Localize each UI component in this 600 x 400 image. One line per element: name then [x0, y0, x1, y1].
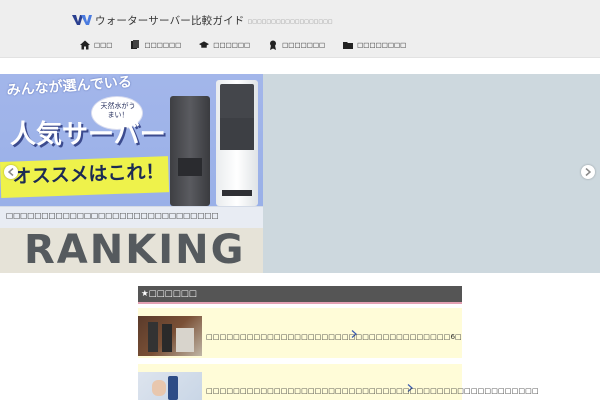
nav-label: □□□	[94, 41, 113, 49]
slider-next-button[interactable]	[581, 165, 595, 179]
nav-label: □□□□□□	[213, 41, 251, 49]
chevron-left-icon	[8, 168, 14, 176]
ranking-card-title[interactable]: □□□□□□□□□□□□□□□□□□□□□□□□□□□□□□□□□□□□6□	[206, 332, 462, 341]
slide-banner-popular-servers[interactable]: みんなが選んでいる 天然水がうまい！ 人気サーバー オススメはこれ！	[0, 74, 263, 206]
folder-icon	[343, 40, 354, 50]
nav-item-book[interactable]: □□□□□□	[130, 40, 181, 50]
ranking-card[interactable]: □□□□□□□□□□□□□□□□□□□□□□□□□□□□□□□□□□□□6□	[138, 308, 462, 358]
site-title: ウォーターサーバー比較ガイド	[95, 14, 245, 27]
award-icon	[268, 40, 278, 50]
nav-item-graduation[interactable]: □□□□□□	[199, 40, 250, 50]
featured-slider[interactable]: みんなが選んでいる 天然水がうまい！ 人気サーバー オススメはこれ！ □□□□□…	[0, 74, 600, 273]
nav-item-folder[interactable]: □□□□□□□□	[343, 40, 406, 50]
nav-item-home[interactable]: □□□	[80, 40, 112, 50]
nav-label: □□□□□□	[144, 41, 182, 49]
ranking-card[interactable]: □□□□□□□□□□□□□□□□□□□□□□□□□□□□□□□□□□□□□□□□…	[138, 364, 539, 400]
site-header: ウォーターサーバー比較ガイド □□□□□□□□□□□□□□□□□□ □□□ □□…	[0, 0, 600, 58]
nav-item-award[interactable]: □□□□□□□	[268, 40, 325, 50]
chevron-right-icon	[406, 377, 414, 392]
slider-prev-button[interactable]	[4, 165, 18, 179]
ranking-section-title: ★□□□□□□	[141, 289, 197, 299]
ranking-banner-text: RANKING	[24, 227, 246, 273]
wg-logo-icon	[72, 15, 92, 25]
site-tagline: □□□□□□□□□□□□□□□□□□	[247, 18, 333, 25]
ranking-card-thumbnail[interactable]	[138, 372, 202, 400]
slide-caption[interactable]: □□□□□□□□□□□□□□□□□□□□□□□□□□□□□□	[6, 211, 219, 220]
chevron-right-icon	[350, 323, 358, 338]
water-server-image-white	[216, 80, 258, 206]
nav-label: □□□□□□□□	[357, 41, 407, 49]
slide-headline-big: 人気サーバー	[10, 120, 166, 150]
ranking-card-title[interactable]: □□□□□□□□□□□□□□□□□□□□□□□□□□□□□□□□□□□□□□□□…	[206, 386, 539, 395]
main-nav: □□□ □□□□□□ □□□□□□ □□□□□□□ □□□□□□□□	[80, 38, 424, 52]
site-logo[interactable]: ウォーターサーバー比較ガイド □□□□□□□□□□□□□□□□□□	[72, 12, 333, 28]
book-icon	[130, 40, 140, 50]
water-server-image-dark	[170, 96, 210, 206]
ranking-card-thumbnail[interactable]	[138, 316, 202, 356]
graduation-cap-icon	[199, 40, 210, 50]
slide-ribbon-text: オススメはこれ！	[12, 160, 165, 188]
home-icon	[80, 40, 90, 50]
nav-label: □□□□□□□	[282, 41, 326, 49]
chevron-right-icon	[585, 168, 591, 176]
